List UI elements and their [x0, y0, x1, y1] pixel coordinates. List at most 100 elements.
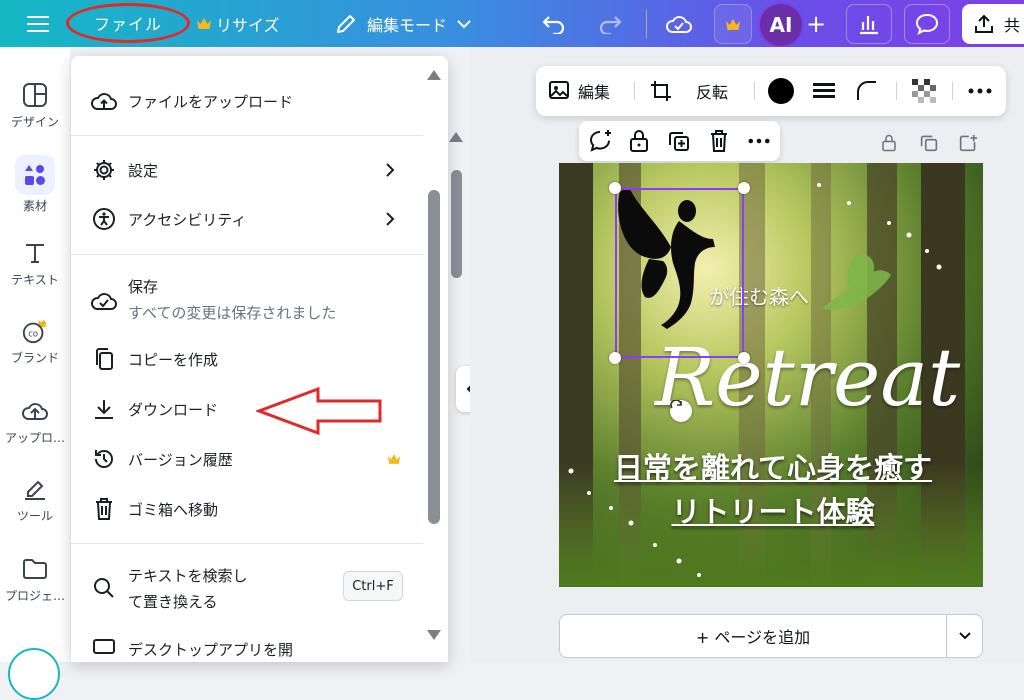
menu-item-label: バージョン履歴 — [128, 450, 233, 469]
sidebar-item-brand[interactable]: co ブランド — [0, 317, 70, 366]
add-symbol: + — [805, 10, 827, 38]
sidebar-item-label: ツール — [16, 509, 53, 523]
design-canvas[interactable]: が住む森へ Retreat 日常を離れて心身を癒す リトリート体験 — [559, 163, 983, 587]
rotate-handle[interactable] — [670, 400, 692, 422]
flip-button[interactable]: 反転 — [696, 66, 728, 116]
lock-button[interactable] — [625, 127, 653, 155]
highlight-ring — [66, 3, 190, 43]
more-options-button[interactable] — [745, 127, 773, 155]
save-status-text: すべての変更は保存されました — [128, 304, 337, 322]
lock-open-icon — [882, 134, 896, 152]
page-add-button[interactable] — [957, 132, 979, 154]
color-swatch-button[interactable] — [768, 66, 794, 116]
context-toolbar: 編集 反転 — [536, 66, 1006, 116]
sidebar-item-uploads[interactable]: アップロ… — [0, 397, 70, 446]
add-page-bar: + ページを追加 — [559, 614, 983, 658]
sidebar-item-draw[interactable]: ツール — [0, 475, 70, 524]
premium-button[interactable] — [714, 4, 752, 44]
shortcut-text: Ctrl+F — [352, 578, 394, 594]
red-annotation-arrow — [256, 386, 382, 436]
transparency-button[interactable] — [912, 66, 936, 116]
accessibility-icon — [91, 206, 117, 232]
folder-icon — [21, 555, 49, 583]
desktop-icon — [91, 636, 117, 662]
crop-icon — [651, 81, 671, 101]
menu-item-upload-file[interactable]: ファイルをアップロード — [71, 84, 423, 118]
menu-item-save[interactable]: 保存 すべての変更は保存されました — [71, 272, 423, 326]
canvas-tagline-2[interactable]: リトリート体験 — [603, 489, 943, 531]
keyboard-shortcut-badge: Ctrl+F — [343, 571, 403, 601]
share-button[interactable]: 共 — [962, 4, 1024, 44]
crown-icon — [387, 454, 401, 464]
more-horizontal-icon — [748, 138, 770, 144]
menu-item-make-copy[interactable]: コピーを作成 — [71, 342, 423, 376]
canvas-tagline-1[interactable]: 日常を離れて心身を癒す — [603, 445, 943, 487]
scroll-down-arrow[interactable] — [427, 630, 441, 640]
edit-mode-button[interactable]: 編集モード — [335, 0, 471, 47]
user-avatar[interactable]: AI — [758, 2, 804, 48]
delete-button[interactable] — [705, 127, 733, 155]
draw-icon — [21, 475, 49, 503]
menu-item-move-to-trash[interactable]: ゴミ箱へ移動 — [71, 492, 423, 526]
trash-icon — [711, 130, 727, 152]
resize-handle-bottom-left[interactable] — [609, 352, 621, 364]
panel-scroll-up-arrow[interactable] — [449, 132, 463, 142]
upload-cloud-icon — [91, 88, 117, 114]
menu-item-open-desktop-app[interactable]: デスクトップアプリを開 — [71, 632, 423, 662]
sidebar-item-text[interactable]: テキスト — [0, 239, 70, 288]
sidebar-item-design[interactable]: デザイン — [0, 81, 70, 130]
edit-mode-label: 編集モード — [367, 15, 448, 35]
sidebar-item-label: アップロ… — [4, 431, 65, 445]
undo-button[interactable] — [538, 0, 570, 47]
redo-button[interactable] — [594, 0, 626, 47]
menu-item-label: 設定 — [128, 161, 159, 180]
history-icon — [91, 446, 117, 472]
crown-icon — [726, 18, 740, 30]
add-page-label: + ページを追加 — [695, 628, 811, 647]
edit-label: 編集 — [578, 83, 611, 102]
more-options-button[interactable] — [968, 66, 992, 116]
svg-text:co: co — [28, 329, 38, 339]
sidebar-item-elements[interactable]: 素材 — [0, 155, 70, 214]
scroll-up-arrow[interactable] — [427, 70, 441, 80]
edit-image-button[interactable]: 編集 — [548, 66, 610, 116]
border-style-button[interactable] — [812, 66, 836, 116]
insights-button[interactable] — [846, 4, 892, 44]
corner-rounding-button[interactable] — [856, 66, 878, 116]
sidebar-item-label: ブランド — [10, 351, 59, 365]
sidebar-item-label: テキスト — [11, 273, 59, 287]
copy-icon — [91, 346, 117, 372]
menu-item-version-history[interactable]: バージョン履歴 — [71, 442, 423, 476]
menu-item-settings[interactable]: 設定 — [71, 153, 423, 187]
redo-icon — [599, 15, 622, 34]
file-menu-button[interactable]: ファイル — [66, 3, 190, 43]
panel-scrollbar[interactable] — [451, 170, 462, 278]
duplicate-icon — [920, 135, 938, 152]
duplicate-button[interactable] — [665, 127, 693, 155]
save-status-button[interactable] — [662, 0, 696, 47]
page-duplicate-button[interactable] — [918, 132, 940, 154]
chevron-down-icon — [959, 632, 971, 640]
sidebar-item-projects[interactable]: プロジェ… — [0, 555, 70, 604]
resize-button[interactable]: リサイズ — [196, 0, 280, 47]
add-comment-button[interactable] — [587, 127, 615, 155]
menu-item-accessibility[interactable]: アクセシビリティ — [71, 202, 423, 236]
resize-handle-bottom-right[interactable] — [738, 352, 750, 364]
menu-item-find-replace[interactable]: テキストを検索し て置き換える Ctrl+F — [71, 561, 423, 615]
resize-handle-top-right[interactable] — [738, 182, 750, 194]
sidebar-item-label: デザイン — [10, 115, 59, 129]
hamburger-menu-button[interactable] — [18, 0, 58, 47]
lock-open-icon — [630, 130, 648, 152]
menu-divider — [71, 135, 423, 136]
menu-scrollbar-thumb[interactable] — [428, 190, 440, 524]
apps-avatar[interactable] — [8, 648, 60, 700]
resize-handle-top-left[interactable] — [609, 182, 621, 194]
add-page-dropdown-button[interactable] — [947, 615, 983, 657]
brand-icon: co — [21, 317, 49, 345]
share-upload-icon — [975, 14, 993, 33]
add-page-button[interactable]: + ページを追加 — [560, 615, 946, 657]
crop-button[interactable] — [650, 66, 672, 116]
page-lock-button[interactable] — [878, 132, 900, 154]
comment-add-icon — [589, 130, 611, 152]
comments-button[interactable] — [904, 4, 950, 44]
